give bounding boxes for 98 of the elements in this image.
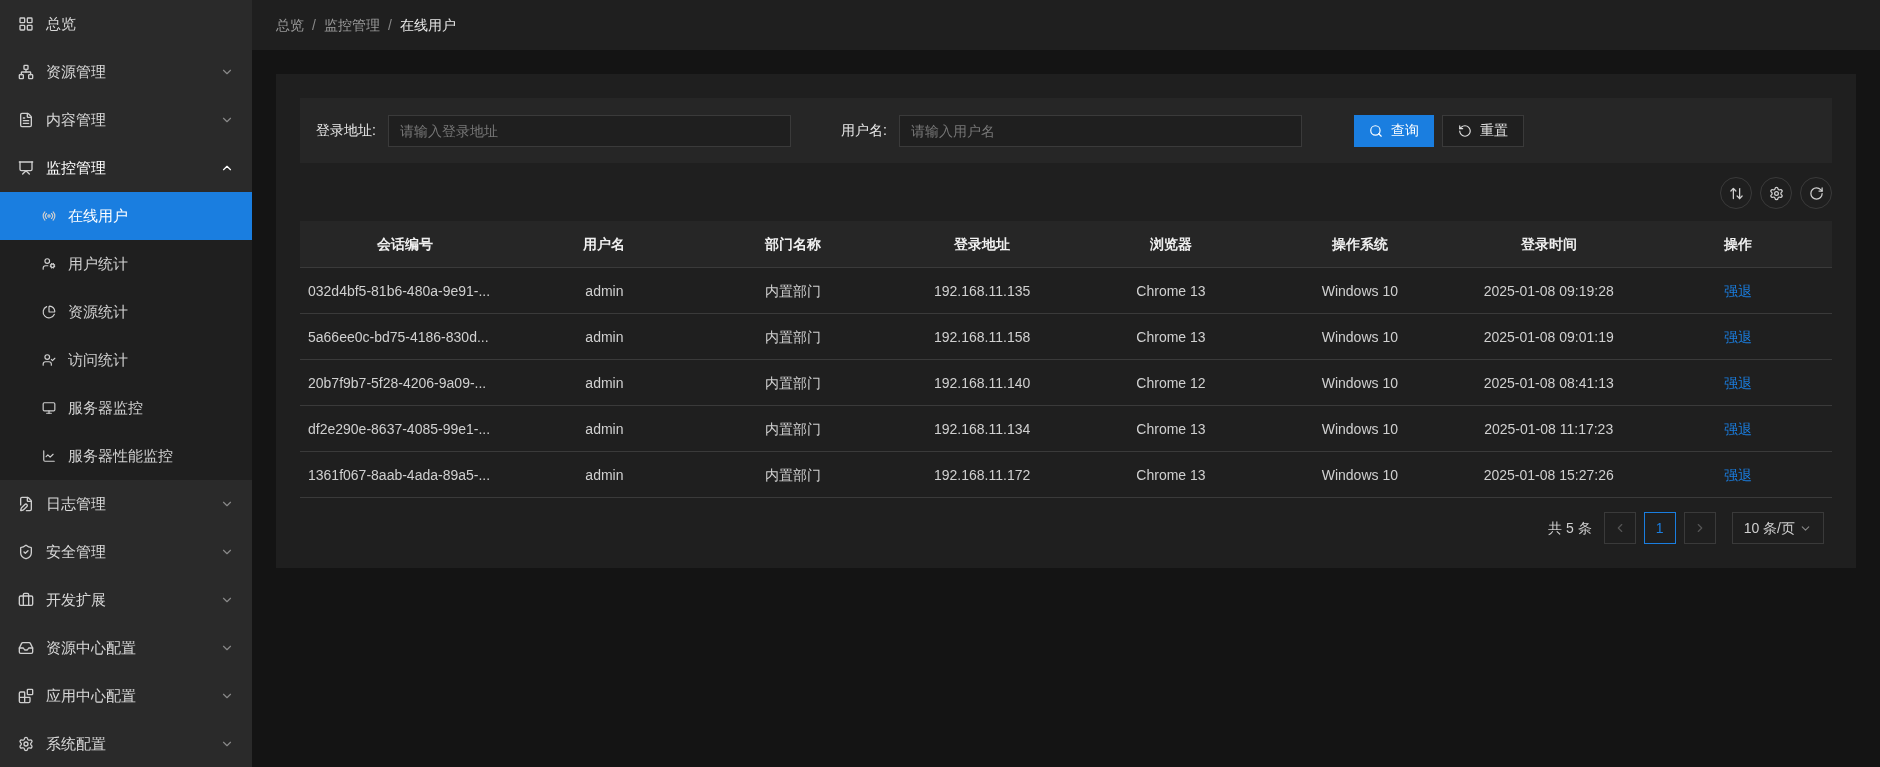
- table-cell-text: 内置部门: [764, 327, 823, 347]
- grid-icon: [18, 16, 34, 32]
- sidebar-subitem[interactable]: 在线用户: [0, 192, 252, 240]
- sidebar-item[interactable]: 系统配置: [0, 720, 252, 767]
- table-cell-text: admin: [584, 465, 625, 485]
- breadcrumb-separator: /: [312, 15, 316, 35]
- table-cell-text: Chrome 13: [1135, 419, 1207, 439]
- breadcrumb-link[interactable]: 监控管理: [323, 14, 380, 36]
- sidebar-subitem[interactable]: 服务器监控: [0, 384, 252, 432]
- table-cell-text: Windows 10: [1320, 327, 1399, 347]
- edit-document-icon: [18, 496, 34, 512]
- breadcrumb-separator: /: [387, 15, 392, 35]
- force-logout-link[interactable]: 强退: [1723, 328, 1752, 345]
- pie-chart-icon: [42, 305, 56, 319]
- user-icon: [42, 257, 56, 271]
- table-cell-text: 2025-01-08 15:27:26: [1482, 465, 1615, 485]
- table-cell-text: 2025-01-08 08:41:13: [1482, 373, 1615, 393]
- column-header: 会话编号: [376, 234, 434, 254]
- user-icon: [42, 353, 56, 367]
- search-field[interactable]: 请输入用户名: [898, 114, 1302, 147]
- table-cell-text: 20b7f9b7-5f28-4206-9a09-...: [307, 373, 487, 393]
- sidebar-item[interactable]: 监控管理: [0, 144, 252, 192]
- sidebar-item[interactable]: 总览: [0, 0, 252, 48]
- hierarchy-icon: [18, 64, 34, 80]
- table-cell-text: 内置部门: [764, 465, 823, 485]
- sidebar-item[interactable]: 资源管理: [0, 48, 252, 96]
- column-header: 操作系统: [1330, 234, 1389, 254]
- table-cell-text: 192.168.11.134: [933, 419, 1032, 439]
- sidebar-subitem[interactable]: 资源统计: [0, 288, 252, 336]
- table-cell-text: 1361f067-8aab-4ada-89a5-...: [307, 465, 491, 485]
- column-header: 登录时间: [1519, 234, 1578, 254]
- table-cell-text: Chrome 13: [1135, 327, 1207, 347]
- sidebar-item[interactable]: 安全管理: [0, 528, 252, 576]
- settings-icon: [1768, 185, 1784, 201]
- sidebar-subitem[interactable]: 访问统计: [0, 336, 252, 384]
- column-header: 操作: [1722, 234, 1753, 254]
- force-logout-link[interactable]: 强退: [1723, 466, 1752, 483]
- field-label: 用户名:: [840, 121, 887, 140]
- settings-icon: [18, 736, 34, 752]
- breadcrumb-link[interactable]: 总览: [276, 14, 304, 36]
- sidebar-item[interactable]: 内容管理: [0, 96, 252, 144]
- search-button[interactable]: 查询: [1353, 114, 1434, 147]
- table-cell-text: Chrome 13: [1135, 281, 1207, 301]
- search-field[interactable]: 请输入登录地址: [387, 114, 791, 147]
- column-header: 部门名称: [764, 234, 823, 254]
- table-cell-text: admin: [584, 373, 625, 393]
- table-cell-text: df2e290e-8637-4085-99e1-...: [307, 419, 491, 439]
- sidebar-item[interactable]: 资源中心配置: [0, 624, 252, 672]
- table-cell-text: Windows 10: [1320, 419, 1399, 439]
- total-count: 共 5 条: [1548, 518, 1592, 538]
- table-cell-text: 2025-01-08 09:19:28: [1482, 281, 1615, 301]
- table-cell-text: 192.168.11.158: [933, 327, 1032, 347]
- table-cell-text: admin: [584, 419, 625, 439]
- column-height-icon: [1728, 185, 1744, 201]
- search-icon: [1368, 123, 1383, 138]
- force-logout-link[interactable]: 强退: [1723, 282, 1752, 299]
- force-logout-link[interactable]: 强退: [1723, 374, 1752, 391]
- table-cell-text: 2025-01-08 09:01:19: [1482, 327, 1615, 347]
- shield-icon: [18, 544, 34, 560]
- apps-icon: [18, 688, 34, 704]
- sidebar-subitem[interactable]: 服务器性能监控: [0, 432, 252, 480]
- column-header: 登录地址: [953, 234, 1012, 254]
- page-button[interactable]: 1: [1643, 512, 1676, 544]
- table-cell-text: 内置部门: [764, 281, 823, 301]
- table-cell-text: Chrome 13: [1135, 465, 1207, 485]
- column-header: 用户名: [582, 234, 627, 254]
- sidebar-item[interactable]: 应用中心配置: [0, 672, 252, 720]
- document-icon: [18, 112, 34, 128]
- reset-icon: [1457, 123, 1472, 138]
- field-label: 登录地址:: [316, 121, 376, 140]
- table-cell-text: admin: [584, 327, 625, 347]
- table-cell-text: 内置部门: [764, 419, 823, 439]
- table-cell-text: 032d4bf5-81b6-480a-9e91-...: [307, 281, 491, 301]
- monitor-chart-icon: [18, 160, 34, 176]
- table-cell-text: Windows 10: [1320, 465, 1399, 485]
- table-cell-text: 192.168.11.135: [933, 281, 1032, 301]
- reset-button[interactable]: 重置: [1441, 114, 1524, 147]
- inbox-icon: [18, 640, 34, 656]
- table-cell-text: 内置部门: [764, 373, 823, 393]
- table-cell-text: Chrome 12: [1135, 373, 1207, 393]
- refresh-icon: [1808, 185, 1824, 201]
- column-header: 浏览器: [1149, 234, 1193, 254]
- briefcase-icon: [18, 592, 34, 608]
- table-cell-text: 2025-01-08 11:17:23: [1483, 419, 1615, 439]
- table-cell-text: 192.168.11.172: [933, 465, 1032, 485]
- sidebar-item[interactable]: 开发扩展: [0, 576, 252, 624]
- table-cell-text: admin: [584, 281, 625, 301]
- table-cell-text: Windows 10: [1320, 373, 1399, 393]
- sidebar-subitem[interactable]: 用户统计: [0, 240, 252, 288]
- table-cell-text: Windows 10: [1320, 281, 1399, 301]
- table-cell-text: 5a66ee0c-bd75-4186-830d...: [307, 327, 489, 347]
- page-size-select[interactable]: 10 条/页: [1731, 512, 1824, 544]
- monitor-icon: [42, 401, 56, 415]
- broadcast-icon: [42, 209, 56, 223]
- line-chart-icon: [42, 449, 56, 463]
- sidebar-item[interactable]: 日志管理: [0, 480, 252, 528]
- force-logout-link[interactable]: 强退: [1723, 420, 1752, 437]
- table-cell-text: 192.168.11.140: [933, 373, 1032, 393]
